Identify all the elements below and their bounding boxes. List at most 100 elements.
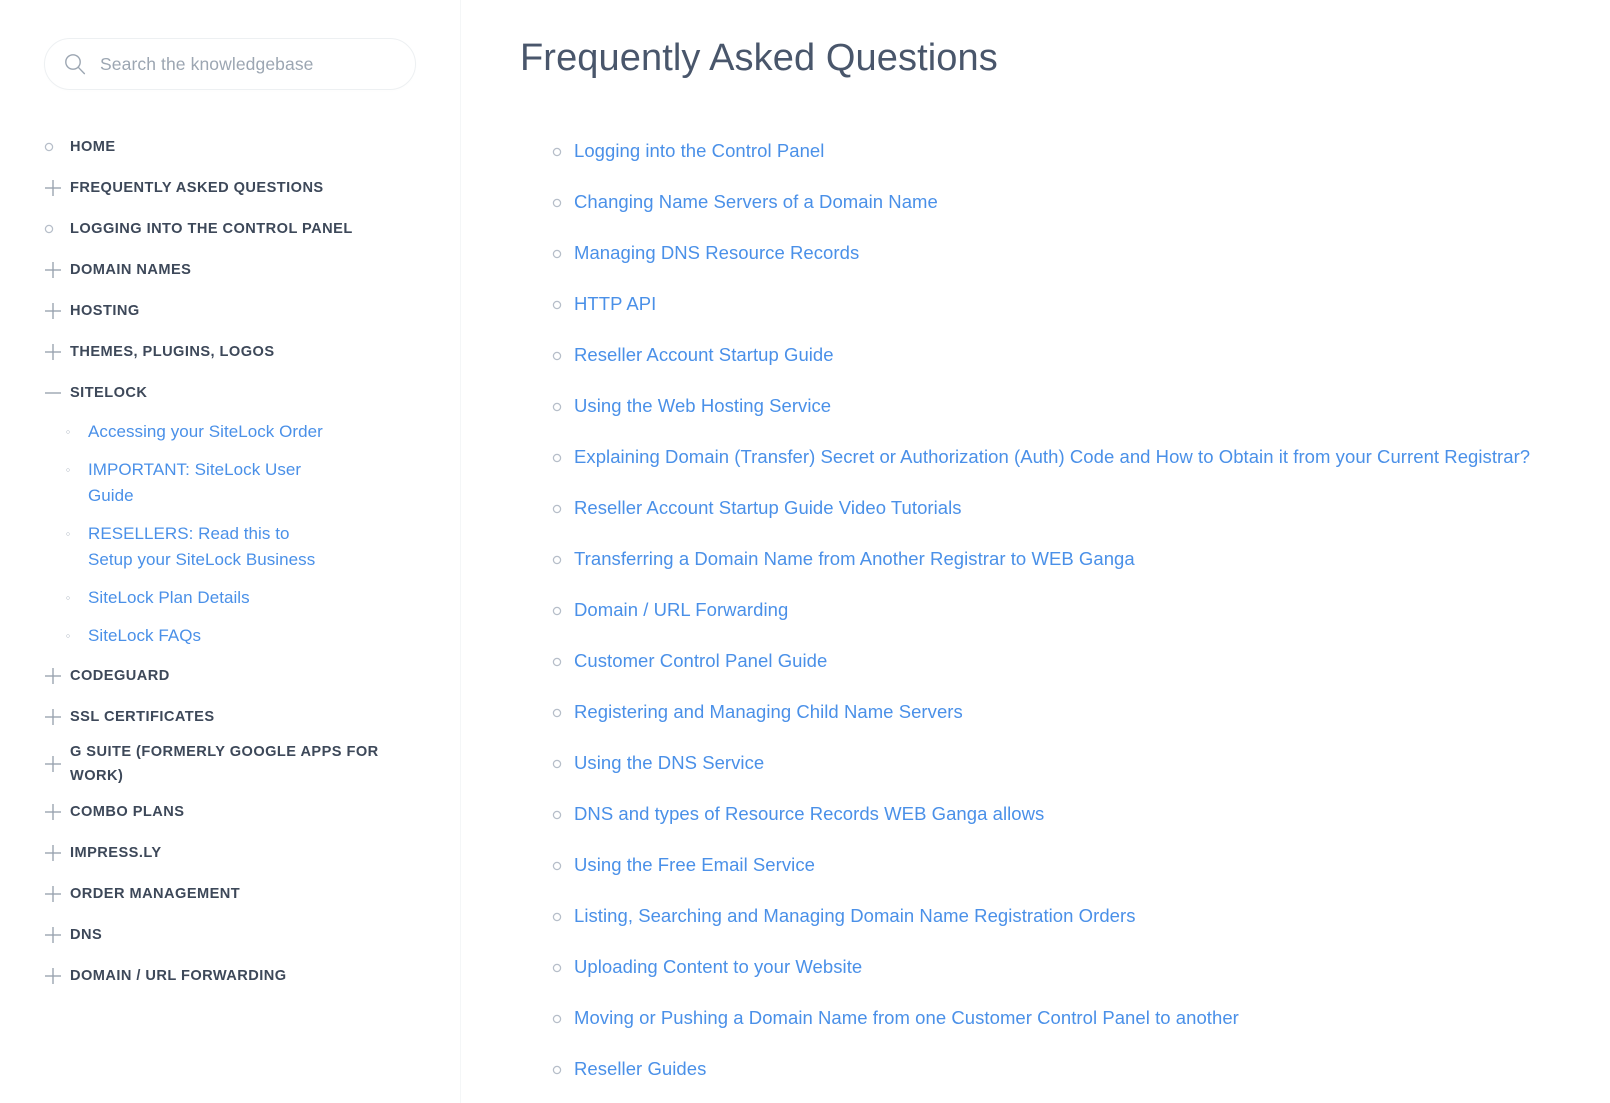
faq-link-using-the-dns-service[interactable]: Using the DNS Service	[574, 748, 764, 777]
faq-link-transferring-a-domain-name-from-another-[interactable]: Transferring a Domain Name from Another …	[574, 544, 1135, 573]
sidebar-subitem-label[interactable]: RESELLERS: Read this to Setup your SiteL…	[70, 521, 325, 573]
sidebar-item-home[interactable]: HOME	[44, 126, 430, 167]
plus-icon	[45, 926, 61, 943]
sidebar-subitem-label[interactable]: Accessing your SiteLock Order	[70, 419, 323, 445]
circle-bullet-icon	[552, 544, 574, 570]
circle-bullet-icon	[552, 657, 562, 667]
circle-bullet-icon	[44, 623, 70, 641]
sidebar-item-label: HOME	[70, 138, 116, 155]
plus-icon[interactable]	[44, 343, 70, 361]
circle-bullet-icon	[552, 300, 562, 310]
sidebar-item-hosting[interactable]: HOSTING	[44, 290, 430, 331]
circle-bullet-icon	[552, 595, 574, 621]
circle-bullet-icon	[44, 142, 54, 151]
sidebar-item-label: DNS	[70, 926, 103, 943]
circle-bullet-icon[interactable]	[44, 224, 70, 234]
faq-list-item: Reseller Account Startup Guide Video Tut…	[552, 493, 1580, 522]
faq-link-using-the-web-hosting-service[interactable]: Using the Web Hosting Service	[574, 391, 831, 420]
plus-icon[interactable]	[44, 179, 70, 197]
circle-bullet-icon	[552, 391, 574, 417]
sidebar-item-combo-plans[interactable]: COMBO PLANS	[44, 791, 430, 832]
faq-link-managing-dns-resource-records[interactable]: Managing DNS Resource Records	[574, 238, 859, 267]
minus-icon[interactable]	[44, 384, 70, 402]
sidebar-item-ssl-certificates[interactable]: SSL CERTIFICATES	[44, 696, 430, 737]
faq-link-logging-into-the-control-panel[interactable]: Logging into the Control Panel	[574, 136, 824, 165]
plus-icon[interactable]	[44, 667, 70, 685]
faq-link-uploading-content-to-your-website[interactable]: Uploading Content to your Website	[574, 952, 862, 981]
sidebar-item-themes-plugins-logos[interactable]: THEMES, PLUGINS, LOGOS	[44, 331, 430, 372]
search-box[interactable]	[44, 38, 416, 90]
circle-bullet-icon	[552, 901, 574, 927]
sidebar-item-label: COMBO PLANS	[70, 803, 185, 820]
sidebar-nav: HOME FREQUENTLY ASKED QUESTIONS LOGGING IN…	[0, 126, 460, 996]
plus-icon[interactable]	[44, 708, 70, 726]
sidebar-item-sitelock[interactable]: SITELOCK	[44, 372, 430, 413]
sidebar-item-logging-into-the-control-panel[interactable]: LOGGING INTO THE CONTROL PANEL	[44, 208, 430, 249]
sidebar-subitem-label[interactable]: IMPORTANT: SiteLock User Guide	[70, 457, 325, 509]
plus-icon[interactable]	[44, 885, 70, 903]
sidebar-item-domain-url-forwarding[interactable]: DOMAIN / URL FORWARDING	[44, 955, 430, 996]
sidebar-subitem-label[interactable]: SiteLock Plan Details	[70, 585, 250, 611]
circle-bullet-icon	[44, 457, 70, 475]
sidebar-item-domain-names[interactable]: DOMAIN NAMES	[44, 249, 430, 290]
faq-link-dns-and-types-of-resource-records-web-ga[interactable]: DNS and types of Resource Records WEB Ga…	[574, 799, 1044, 828]
sidebar-subitem-important-sitelock-user-guide[interactable]: IMPORTANT: SiteLock User Guide	[44, 451, 430, 515]
faq-link-customer-control-panel-guide[interactable]: Customer Control Panel Guide	[574, 646, 827, 675]
plus-icon[interactable]	[44, 755, 70, 773]
faq-link-list: Logging into the Control Panel Changing N…	[520, 136, 1580, 1103]
faq-link-changing-name-servers-of-a-domain-name[interactable]: Changing Name Servers of a Domain Name	[574, 187, 938, 216]
sidebar-item-frequently-asked-questions[interactable]: FREQUENTLY ASKED QUESTIONS	[44, 167, 430, 208]
faq-link-registering-and-managing-child-name-serv[interactable]: Registering and Managing Child Name Serv…	[574, 697, 963, 726]
circle-bullet-icon	[552, 646, 574, 672]
faq-link-using-the-free-email-service[interactable]: Using the Free Email Service	[574, 850, 815, 879]
sidebar-item-impress-ly[interactable]: IMPRESS.LY	[44, 832, 430, 873]
plus-icon	[45, 803, 61, 820]
faq-link-listing-searching-and-managing-domain-na[interactable]: Listing, Searching and Managing Domain N…	[574, 901, 1136, 930]
sidebar-subitem-resellers-read-this-to-setup-your-sitelo[interactable]: RESELLERS: Read this to Setup your SiteL…	[44, 515, 430, 579]
circle-bullet-icon	[552, 912, 562, 922]
plus-icon[interactable]	[44, 844, 70, 862]
circle-bullet-icon	[552, 198, 562, 208]
circle-bullet-icon	[552, 147, 562, 157]
faq-link-reseller-guides[interactable]: Reseller Guides	[574, 1054, 706, 1083]
sidebar-item-order-management[interactable]: ORDER MANAGEMENT	[44, 873, 430, 914]
plus-icon	[45, 756, 61, 772]
search-container	[0, 0, 460, 90]
faq-list-item: Registering and Managing Child Name Serv…	[552, 697, 1580, 726]
sidebar-subitem-sitelock-plan-details[interactable]: SiteLock Plan Details	[44, 579, 430, 617]
faq-link-domain-url-forwarding[interactable]: Domain / URL Forwarding	[574, 595, 788, 624]
sidebar-item-codeguard[interactable]: CODEGUARD	[44, 655, 430, 696]
faq-link-moving-or-pushing-a-domain-name-from-one[interactable]: Moving or Pushing a Domain Name from one…	[574, 1003, 1239, 1032]
sidebar-subnav-sitelock: Accessing your SiteLock Order IMPORTANT: …	[44, 413, 430, 655]
sidebar-item-g-suite-formerly-google-apps-for-work[interactable]: G SUITE (FORMERLY GOOGLE APPS FOR WORK)	[44, 737, 430, 791]
main-content: Frequently Asked Questions Logging into …	[461, 0, 1610, 1103]
faq-link-reseller-account-startup-guide[interactable]: Reseller Account Startup Guide	[574, 340, 834, 369]
plus-icon[interactable]	[44, 926, 70, 944]
sidebar-subitem-sitelock-faqs[interactable]: SiteLock FAQs	[44, 617, 430, 655]
faq-list-item: Uploading Content to your Website	[552, 952, 1580, 981]
circle-bullet-icon	[552, 606, 562, 616]
sidebar-item-label: ORDER MANAGEMENT	[70, 885, 241, 902]
sidebar-subitem-accessing-your-sitelock-order[interactable]: Accessing your SiteLock Order	[44, 413, 430, 451]
faq-list-item: Domain / URL Forwarding	[552, 595, 1580, 624]
plus-icon[interactable]	[44, 261, 70, 279]
search-input[interactable]	[45, 53, 415, 75]
plus-icon	[45, 967, 61, 984]
faq-link-explaining-domain-transfer-secret-or-aut[interactable]: Explaining Domain (Transfer) Secret or A…	[574, 442, 1530, 471]
circle-bullet-icon	[552, 697, 574, 723]
circle-bullet-icon	[552, 963, 562, 973]
plus-icon[interactable]	[44, 803, 70, 821]
plus-icon	[45, 302, 61, 319]
sidebar-subitem-label[interactable]: SiteLock FAQs	[70, 623, 201, 649]
plus-icon	[45, 844, 61, 861]
faq-link-http-api[interactable]: HTTP API	[574, 289, 656, 318]
circle-bullet-icon	[552, 952, 574, 978]
faq-link-reseller-account-startup-guide-video-tut[interactable]: Reseller Account Startup Guide Video Tut…	[574, 493, 962, 522]
circle-bullet-icon[interactable]	[44, 142, 70, 152]
sidebar-item-dns[interactable]: DNS	[44, 914, 430, 955]
plus-icon	[45, 261, 61, 278]
plus-icon	[45, 343, 61, 360]
circle-bullet-icon	[552, 850, 574, 876]
plus-icon[interactable]	[44, 302, 70, 320]
plus-icon[interactable]	[44, 967, 70, 985]
